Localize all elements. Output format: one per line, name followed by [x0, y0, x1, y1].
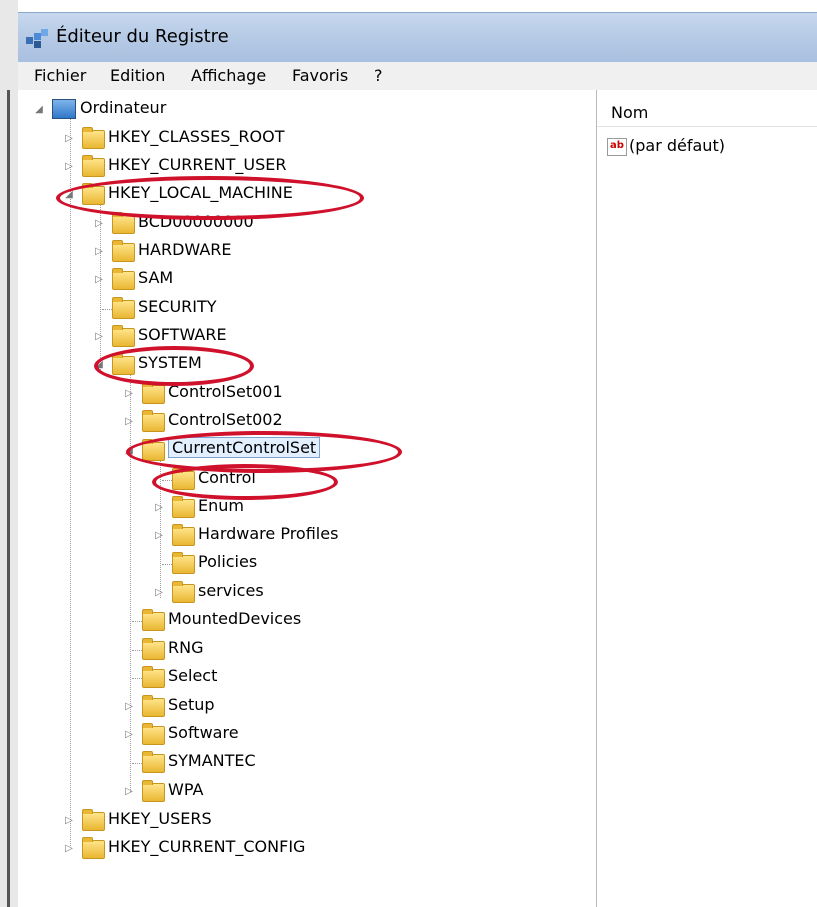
collapse-arrow-icon[interactable]: ◢ [94, 360, 104, 370]
expand-arrow-icon[interactable]: ▷ [94, 332, 104, 342]
title-bar: Éditeur du Registre [18, 12, 817, 63]
background-window-edge [0, 0, 18, 907]
menu-fichier[interactable]: Fichier [34, 66, 86, 85]
folder-icon [142, 439, 165, 461]
folder-icon [112, 212, 135, 234]
folder-icon [172, 581, 195, 603]
expand-arrow-icon[interactable]: ▷ [94, 247, 104, 257]
expand-arrow-icon[interactable]: ▷ [124, 417, 134, 427]
edge-strip [7, 90, 10, 907]
folder-icon [172, 496, 195, 518]
folder-icon [82, 155, 105, 177]
folder-icon [112, 240, 135, 262]
folder-icon [172, 552, 195, 574]
column-header-nom[interactable]: Nom [597, 96, 817, 127]
menu-bar: Fichier Edition Affichage Favoris ? [18, 62, 817, 91]
folder-icon [82, 127, 105, 149]
folder-icon [172, 524, 195, 546]
expand-arrow-icon[interactable]: ▷ [94, 219, 104, 229]
folder-icon [112, 353, 135, 375]
menu-help[interactable]: ? [374, 66, 383, 85]
tree-connector [132, 678, 142, 679]
expand-arrow-icon[interactable]: ▷ [64, 134, 74, 144]
menu-affichage[interactable]: Affichage [191, 66, 266, 85]
collapse-arrow-icon[interactable]: ◢ [34, 105, 44, 115]
collapse-arrow-icon[interactable]: ◢ [124, 446, 134, 456]
string-value-icon: ab [607, 138, 627, 156]
menu-edition[interactable]: Edition [110, 66, 165, 85]
registry-editor-icon [26, 29, 48, 48]
folder-icon [142, 382, 165, 404]
folder-icon [82, 809, 105, 831]
folder-icon [142, 751, 165, 773]
expand-arrow-icon[interactable]: ▷ [64, 816, 74, 826]
expand-arrow-icon[interactable]: ▷ [94, 275, 104, 285]
folder-icon [112, 325, 135, 347]
expand-arrow-icon[interactable]: ▷ [124, 787, 134, 797]
folder-icon [112, 297, 135, 319]
expand-arrow-icon[interactable]: ▷ [64, 844, 74, 854]
folder-icon [142, 666, 165, 688]
folder-icon [142, 609, 165, 631]
expand-arrow-icon[interactable]: ▷ [154, 503, 164, 513]
folder-icon [112, 268, 135, 290]
folder-icon [142, 723, 165, 745]
tree-connector [70, 116, 71, 846]
expand-arrow-icon[interactable]: ▷ [124, 389, 134, 399]
folder-icon [142, 780, 165, 802]
window-title: Éditeur du Registre [56, 26, 229, 47]
expand-arrow-icon[interactable]: ▷ [154, 531, 164, 541]
expand-arrow-icon[interactable]: ▷ [124, 702, 134, 712]
folder-icon [82, 183, 105, 205]
expand-arrow-icon[interactable]: ▷ [64, 162, 74, 172]
values-pane[interactable]: Nom ab (par défaut) [597, 90, 817, 907]
folder-icon [142, 695, 165, 717]
menu-favoris[interactable]: Favoris [292, 66, 348, 85]
folder-icon [172, 468, 195, 490]
tree-connector [162, 564, 172, 565]
tree-connector [102, 309, 112, 310]
collapse-arrow-icon[interactable]: ◢ [64, 190, 74, 200]
expand-arrow-icon[interactable]: ▷ [154, 588, 164, 598]
tree-connector [160, 458, 161, 598]
tree-connector [132, 621, 142, 622]
tree-connector [132, 763, 142, 764]
folder-icon [142, 638, 165, 660]
tree-connector [132, 650, 142, 651]
registry-tree[interactable]: ◢ Ordinateur ▷ HKEY_CLASSES_ROOT ▷ HKEY_… [18, 90, 597, 907]
folder-icon [82, 837, 105, 859]
folder-icon [142, 410, 165, 432]
computer-icon [52, 99, 76, 119]
tree-connector [162, 480, 172, 481]
expand-arrow-icon[interactable]: ▷ [124, 730, 134, 740]
